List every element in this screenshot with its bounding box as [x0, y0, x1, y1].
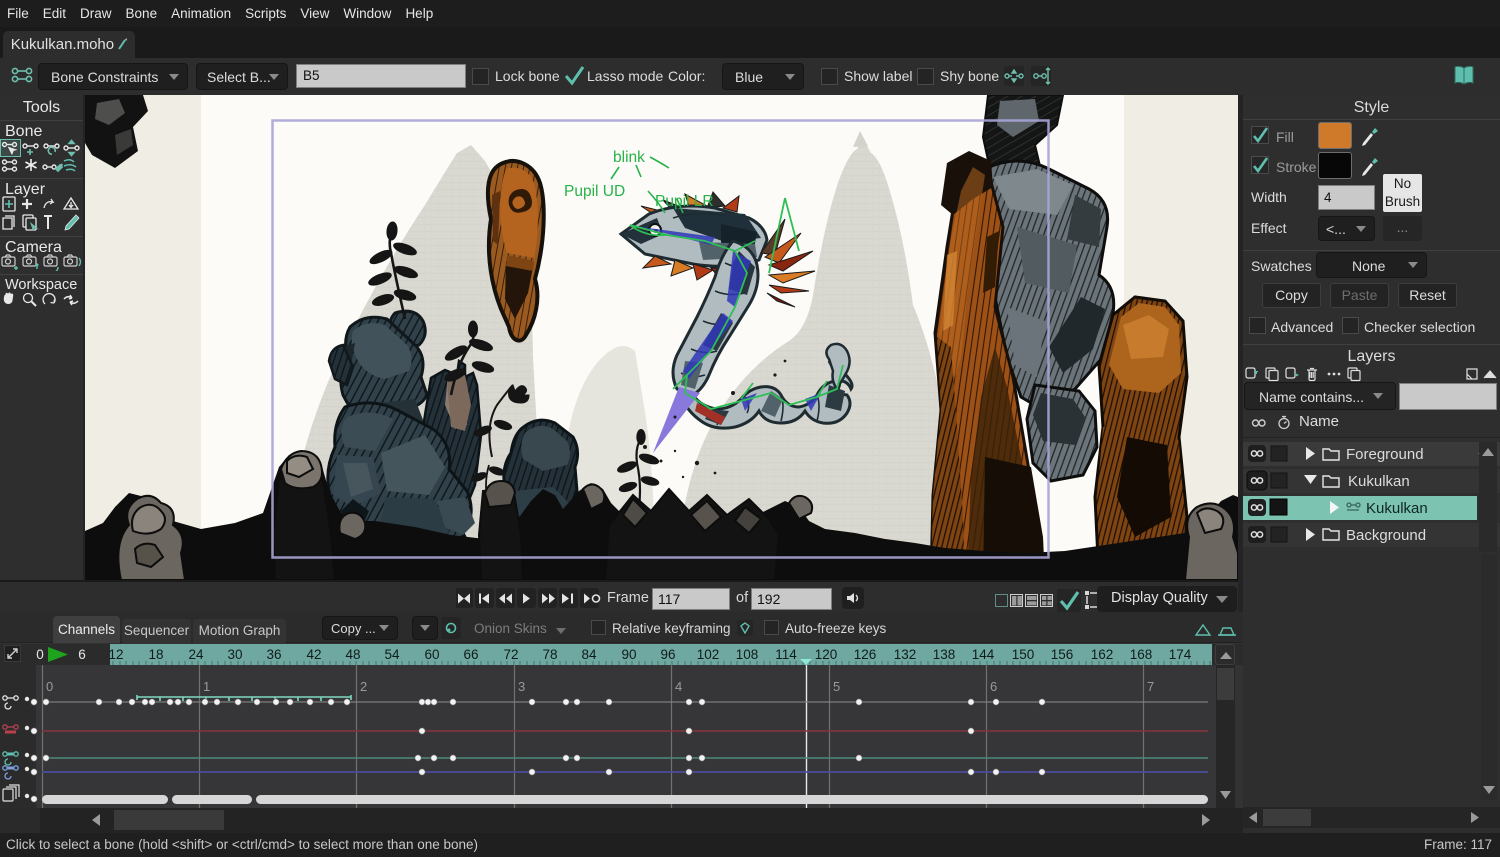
svg-text:30: 30 [227, 647, 242, 662]
svg-text:102: 102 [697, 647, 720, 662]
svg-text:90: 90 [621, 647, 636, 662]
svg-text:96: 96 [660, 647, 675, 662]
svg-text:1: 1 [203, 679, 210, 694]
svg-text:168: 168 [1130, 647, 1153, 662]
svg-text:126: 126 [854, 647, 877, 662]
svg-text:36: 36 [266, 647, 281, 662]
svg-text:84: 84 [581, 647, 597, 662]
svg-text:blink: blink [613, 149, 645, 166]
svg-text:Pupil UD: Pupil UD [564, 183, 625, 200]
svg-text:48: 48 [345, 647, 360, 662]
svg-text:54: 54 [384, 647, 400, 662]
svg-text:156: 156 [1051, 647, 1074, 662]
svg-text:114: 114 [775, 647, 797, 662]
svg-text:Background: Background [1346, 527, 1426, 544]
svg-text:174: 174 [1169, 647, 1192, 662]
svg-text:78: 78 [542, 647, 557, 662]
svg-text:66: 66 [463, 647, 478, 662]
svg-text:3: 3 [518, 679, 525, 694]
svg-text:0: 0 [36, 647, 44, 662]
svg-text:60: 60 [424, 647, 439, 662]
svg-text:108: 108 [736, 647, 759, 662]
svg-text:24: 24 [188, 647, 204, 662]
svg-text:Pupil LR: Pupil LR [655, 193, 714, 210]
svg-text:7: 7 [1147, 679, 1154, 694]
svg-text:Kukulkan: Kukulkan [1366, 500, 1428, 517]
svg-text:Foreground: Foreground [1346, 446, 1424, 463]
svg-text:5: 5 [833, 679, 840, 694]
svg-text:120: 120 [815, 647, 838, 662]
svg-text:6: 6 [78, 647, 86, 662]
svg-text:Kukulkan: Kukulkan [1348, 473, 1410, 490]
svg-text:150: 150 [1012, 647, 1035, 662]
svg-text:72: 72 [503, 647, 518, 662]
svg-text:162: 162 [1091, 647, 1114, 662]
svg-text:12: 12 [108, 647, 123, 662]
svg-text:42: 42 [306, 647, 321, 662]
svg-text:6: 6 [990, 679, 997, 694]
svg-text:0: 0 [46, 679, 53, 694]
svg-text:18: 18 [148, 647, 163, 662]
svg-text:144: 144 [972, 647, 995, 662]
svg-text:4: 4 [675, 679, 682, 694]
svg-text:138: 138 [933, 647, 956, 662]
svg-text:132: 132 [894, 647, 917, 662]
svg-text:2: 2 [360, 679, 367, 694]
